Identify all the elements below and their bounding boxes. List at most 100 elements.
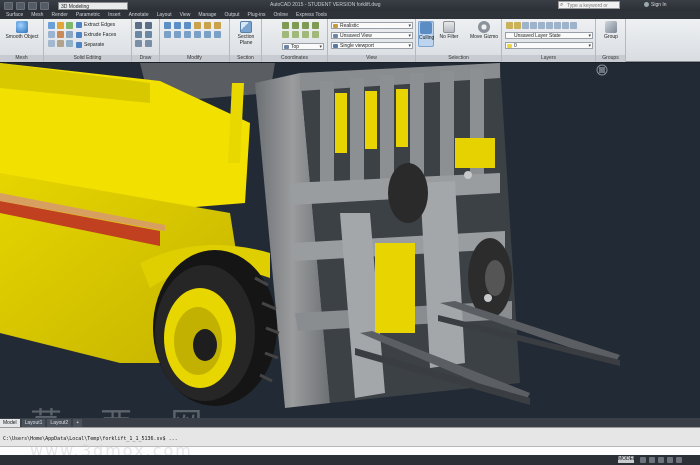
arc-icon[interactable] <box>145 31 152 38</box>
section-plane-button[interactable]: Section Plane <box>232 21 260 46</box>
visual-style-select[interactable]: Realistic ▾ <box>331 22 413 29</box>
chamfer-edge-icon[interactable] <box>57 40 64 47</box>
circle-icon[interactable] <box>135 31 142 38</box>
mirror-icon[interactable] <box>174 31 181 38</box>
ucs-face-icon[interactable] <box>312 31 319 38</box>
extract-edges-button[interactable]: Extract Edges <box>76 21 115 29</box>
tab-render[interactable]: Render <box>47 11 71 19</box>
sign-in-label: Sign In <box>651 2 667 8</box>
viewport-config-select[interactable]: Single viewport ▾ <box>331 42 413 49</box>
layer-walk-icon[interactable] <box>562 22 569 29</box>
subtract-icon[interactable] <box>57 22 64 29</box>
3d-move-icon[interactable] <box>194 22 201 29</box>
tab-surface[interactable]: Surface <box>2 11 27 19</box>
open-file-icon[interactable] <box>28 1 37 10</box>
extrude-faces-icon <box>76 32 82 38</box>
layer-match-icon[interactable] <box>546 22 553 29</box>
line-icon[interactable] <box>135 22 142 29</box>
tab-express-tools[interactable]: Express Tools <box>292 11 331 19</box>
status-bar: MODEL <box>0 455 700 465</box>
layer-state-select[interactable]: Unsaved Layer State ▾ <box>505 32 593 39</box>
separate-button[interactable]: Separate <box>76 41 104 49</box>
3d-rotate-icon[interactable] <box>204 22 211 29</box>
fillet-icon[interactable] <box>184 31 191 38</box>
layer-merge-icon[interactable] <box>570 22 577 29</box>
tab-plugins[interactable]: Plug-ins <box>243 11 269 19</box>
tab-layout[interactable]: Layout <box>153 11 176 19</box>
move-gizmo-button[interactable]: Move Gizmo <box>468 21 500 40</box>
ucs-x-icon[interactable] <box>282 31 289 38</box>
trim-icon[interactable] <box>184 22 191 29</box>
tab-online[interactable]: Online <box>270 11 292 19</box>
ucs-zaxis-icon[interactable] <box>312 22 319 29</box>
view-panel-title: View <box>328 55 415 62</box>
fillet-edge-icon[interactable] <box>48 40 55 47</box>
scale-icon[interactable] <box>204 31 211 38</box>
interfere-icon[interactable] <box>57 31 64 38</box>
grid-icon[interactable] <box>640 457 646 463</box>
smooth-object-button[interactable]: Smooth Object <box>4 21 40 40</box>
ucs-icon[interactable] <box>282 22 289 29</box>
copy-icon[interactable] <box>164 31 171 38</box>
new-file-icon[interactable] <box>16 1 25 10</box>
ucs-z-icon[interactable] <box>302 31 309 38</box>
ucs-world-icon[interactable] <box>292 22 299 29</box>
add-layout-button[interactable]: + <box>73 418 83 427</box>
layer-isolate-icon[interactable] <box>522 22 529 29</box>
array-icon[interactable] <box>214 31 221 38</box>
intersect-icon[interactable] <box>66 22 73 29</box>
ucs-y-icon[interactable] <box>292 31 299 38</box>
rectangle-icon[interactable] <box>135 40 142 47</box>
layer-off-icon[interactable] <box>514 22 521 29</box>
polyline-icon[interactable] <box>145 22 152 29</box>
title-bar: 3D Modeling AutoCAD 2015 - STUDENT VERSI… <box>0 0 700 17</box>
tab-output[interactable]: Output <box>220 11 243 19</box>
saved-view-select[interactable]: Unsaved View ▾ <box>331 32 413 39</box>
tab-layout2[interactable]: Layout2 <box>47 418 72 427</box>
ucs-origin-icon[interactable] <box>302 22 309 29</box>
stretch-icon[interactable] <box>194 31 201 38</box>
viewcube-icon[interactable] <box>592 63 612 77</box>
layer-properties-icon[interactable] <box>506 22 513 29</box>
offset-edge-icon[interactable] <box>66 40 73 47</box>
hatch-icon[interactable] <box>145 40 152 47</box>
3d-align-icon[interactable] <box>214 22 221 29</box>
layer-freeze-icon[interactable] <box>530 22 537 29</box>
union-icon[interactable] <box>48 22 55 29</box>
tab-layout1[interactable]: Layout1 <box>21 418 46 427</box>
imprint-icon[interactable] <box>66 31 73 38</box>
tab-manage[interactable]: Manage <box>194 11 220 19</box>
move-icon[interactable] <box>164 22 171 29</box>
ortho-icon[interactable] <box>658 457 664 463</box>
status-toggles <box>640 457 682 463</box>
extrude-faces-button[interactable]: Extrude Faces <box>76 31 116 39</box>
tab-model[interactable]: Model <box>0 418 20 427</box>
drawing-viewport[interactable]: 草 西 网 <box>0 63 700 418</box>
polar-icon[interactable] <box>667 457 673 463</box>
tab-insert[interactable]: Insert <box>104 11 125 19</box>
tab-parametric[interactable]: Parametric <box>72 11 104 19</box>
quick-access-toolbar: 3D Modeling <box>0 1 128 10</box>
slice-icon[interactable] <box>48 31 55 38</box>
ucs-named-select[interactable]: Top ▾ <box>282 43 324 50</box>
tab-mesh[interactable]: Mesh <box>27 11 47 19</box>
no-filter-button[interactable]: No Filter <box>438 21 460 40</box>
chevron-down-icon: ▾ <box>408 23 411 29</box>
culling-button[interactable]: Culling <box>418 21 434 47</box>
app-menu-icon[interactable] <box>4 1 13 10</box>
save-icon[interactable] <box>40 1 49 10</box>
settings-icon[interactable] <box>676 457 682 463</box>
current-layer-select[interactable]: 0 ▾ <box>505 42 593 49</box>
model-space-button[interactable]: MODEL <box>618 456 636 463</box>
visual-style-icon <box>333 24 338 28</box>
group-button[interactable]: Group <box>600 21 622 40</box>
layer-lock-icon[interactable] <box>538 22 545 29</box>
search-input[interactable]: ⌕ Type a keyword or phrase <box>558 1 620 17</box>
sign-in-button[interactable]: Sign In <box>644 2 667 8</box>
workspace-select[interactable]: 3D Modeling <box>58 1 128 10</box>
rotate-icon[interactable] <box>174 22 181 29</box>
tab-annotate[interactable]: Annotate <box>125 11 153 19</box>
snap-icon[interactable] <box>649 457 655 463</box>
layer-previous-icon[interactable] <box>554 22 561 29</box>
tab-view[interactable]: View <box>176 11 195 19</box>
